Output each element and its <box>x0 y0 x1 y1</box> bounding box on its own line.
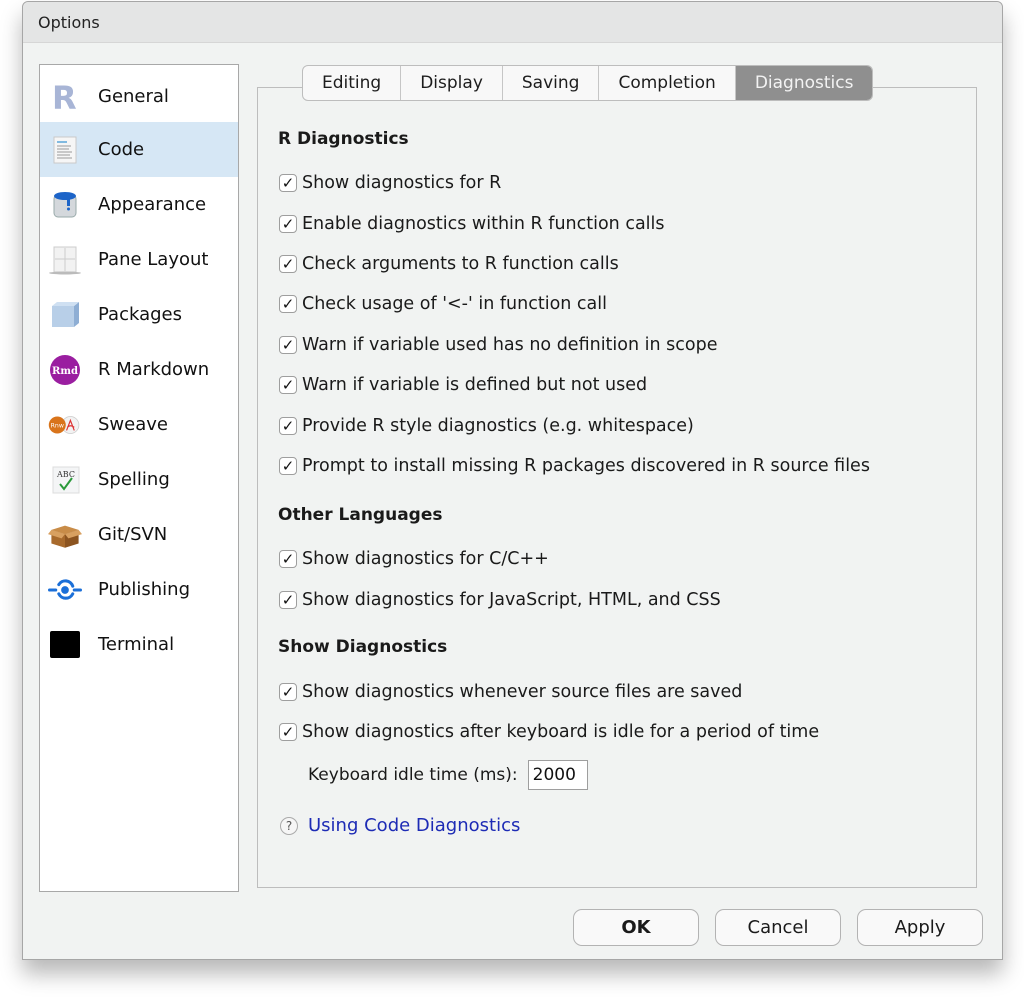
tab-editing[interactable]: Editing <box>303 66 402 100</box>
sweave-pdf-icon: Rnw <box>48 410 82 440</box>
options-dialog: Options R General Code Appearance Pane L <box>22 1 1003 960</box>
sidebar-item-label: R Markdown <box>98 359 210 380</box>
option-label: Show diagnostics whenever source files a… <box>302 682 743 702</box>
checkbox[interactable]: ✓ <box>279 683 297 701</box>
sidebar-item-appearance[interactable]: Appearance <box>40 177 238 232</box>
sidebar-item-label: Publishing <box>98 579 190 600</box>
sidebar-item-git-svn[interactable]: Git/SVN <box>40 507 238 562</box>
sidebar-item-label: General <box>98 86 169 107</box>
option-label: Show diagnostics for C/C++ <box>302 549 549 569</box>
sidebar-item-label: Packages <box>98 304 182 325</box>
sidebar-item-label: Code <box>98 139 145 160</box>
tab-display[interactable]: Display <box>401 66 503 100</box>
option-label: Show diagnostics for R <box>302 173 502 193</box>
option-check-assignment-usage[interactable]: ✓ Check usage of '<-' in function call <box>279 292 607 316</box>
svg-text:ABC: ABC <box>56 470 75 479</box>
sidebar-item-sweave[interactable]: Rnw Sweave <box>40 397 238 452</box>
option-diagnostics-cpp[interactable]: ✓ Show diagnostics for C/C++ <box>279 547 549 571</box>
using-code-diagnostics-link[interactable]: Using Code Diagnostics <box>308 815 520 836</box>
sidebar-item-terminal[interactable]: Terminal <box>40 617 238 672</box>
checkbox[interactable]: ✓ <box>279 723 297 741</box>
paint-bucket-icon <box>48 190 82 220</box>
option-warn-undefined-variable[interactable]: ✓ Warn if variable used has no definitio… <box>279 333 717 357</box>
sidebar-item-label: Terminal <box>98 634 175 655</box>
sidebar-item-label: Appearance <box>98 194 207 215</box>
option-label: Show diagnostics after keyboard is idle … <box>302 722 820 742</box>
ok-button[interactable]: OK <box>573 909 699 946</box>
sidebar-item-r-markdown[interactable]: Rmd R Markdown <box>40 342 238 397</box>
option-label: Enable diagnostics within R function cal… <box>302 214 665 234</box>
option-label: Check arguments to R function calls <box>302 254 619 274</box>
checkbox[interactable]: ✓ <box>279 550 297 568</box>
section-other-languages: Other Languages <box>278 505 443 525</box>
sidebar-item-label: Pane Layout <box>98 249 209 270</box>
abc-check-icon: ABC <box>48 465 82 495</box>
option-enable-diagnostics-function-calls[interactable]: ✓ Enable diagnostics within R function c… <box>279 212 665 236</box>
terminal-icon <box>48 630 82 660</box>
checkbox[interactable]: ✓ <box>279 336 297 354</box>
option-label: Prompt to install missing R packages dis… <box>302 456 870 476</box>
option-label: Warn if variable is defined but not used <box>302 375 648 395</box>
svg-text:Rmd: Rmd <box>52 366 78 377</box>
checkbox[interactable]: ✓ <box>279 417 297 435</box>
sidebar-item-spelling[interactable]: ABC Spelling <box>40 452 238 507</box>
checkbox[interactable]: ✓ <box>279 255 297 273</box>
option-prompt-install-packages[interactable]: ✓ Prompt to install missing R packages d… <box>279 454 870 478</box>
cardboard-box-icon <box>48 520 82 550</box>
tab-diagnostics[interactable]: Diagnostics <box>735 66 873 100</box>
code-document-icon <box>48 135 82 165</box>
option-label: Show diagnostics for JavaScript, HTML, a… <box>302 590 721 610</box>
svg-text:Rnw: Rnw <box>51 422 64 429</box>
sidebar-item-publishing[interactable]: Publishing <box>40 562 238 617</box>
rmd-icon: Rmd <box>48 354 82 385</box>
option-check-arguments[interactable]: ✓ Check arguments to R function calls <box>279 252 619 276</box>
sidebar-item-general[interactable]: R General <box>40 69 238 124</box>
apply-button[interactable]: Apply <box>857 909 983 946</box>
tab-saving[interactable]: Saving <box>503 66 600 100</box>
option-label: Warn if variable used has no definition … <box>302 335 718 355</box>
option-diagnostics-js-html-css[interactable]: ✓ Show diagnostics for JavaScript, HTML,… <box>279 588 721 612</box>
window-title: Options <box>38 13 100 32</box>
question-icon: ? <box>280 816 298 835</box>
option-label: Provide R style diagnostics (e.g. whites… <box>302 416 694 436</box>
publishing-icon <box>48 575 82 605</box>
r-logo-icon: R <box>48 82 82 112</box>
sidebar-item-label: Spelling <box>98 469 170 490</box>
help-row: ? Using Code Diagnostics <box>280 815 520 836</box>
tab-completion[interactable]: Completion <box>599 66 736 100</box>
option-warn-unused-variable[interactable]: ✓ Warn if variable is defined but not us… <box>279 373 647 397</box>
sidebar-item-packages[interactable]: Packages <box>40 287 238 342</box>
title-bar: Options <box>23 2 1002 43</box>
checkbox[interactable]: ✓ <box>279 174 297 192</box>
pane-layout-icon <box>48 245 82 275</box>
checkbox[interactable]: ✓ <box>279 591 297 609</box>
sidebar-item-label: Git/SVN <box>98 524 168 545</box>
sidebar: R General Code Appearance Pane Layout Pa… <box>39 64 239 892</box>
option-diagnostics-on-save[interactable]: ✓ Show diagnostics whenever source files… <box>279 680 742 704</box>
sidebar-item-pane-layout[interactable]: Pane Layout <box>40 232 238 287</box>
option-r-style-diagnostics[interactable]: ✓ Provide R style diagnostics (e.g. whit… <box>279 414 694 438</box>
checkbox[interactable]: ✓ <box>279 376 297 394</box>
option-diagnostics-on-idle[interactable]: ✓ Show diagnostics after keyboard is idl… <box>279 720 819 744</box>
checkbox[interactable]: ✓ <box>279 457 297 475</box>
checkbox[interactable]: ✓ <box>279 215 297 233</box>
sidebar-item-label: Sweave <box>98 414 168 435</box>
checkbox[interactable]: ✓ <box>279 295 297 313</box>
svg-text:R: R <box>52 82 77 112</box>
keyboard-idle-time-row: Keyboard idle time (ms): <box>308 760 588 790</box>
package-box-icon <box>48 300 82 330</box>
section-r-diagnostics: R Diagnostics <box>278 129 409 149</box>
option-label: Check usage of '<-' in function call <box>302 294 607 314</box>
keyboard-idle-time-label: Keyboard idle time (ms): <box>308 765 518 785</box>
cancel-button[interactable]: Cancel <box>715 909 841 946</box>
section-show-diagnostics: Show Diagnostics <box>278 637 448 657</box>
keyboard-idle-time-input[interactable] <box>527 760 588 790</box>
tab-bar: Editing Display Saving Completion Diagno… <box>302 65 874 101</box>
sidebar-item-code[interactable]: Code <box>40 122 238 177</box>
option-show-diagnostics-r[interactable]: ✓ Show diagnostics for R <box>279 171 501 195</box>
